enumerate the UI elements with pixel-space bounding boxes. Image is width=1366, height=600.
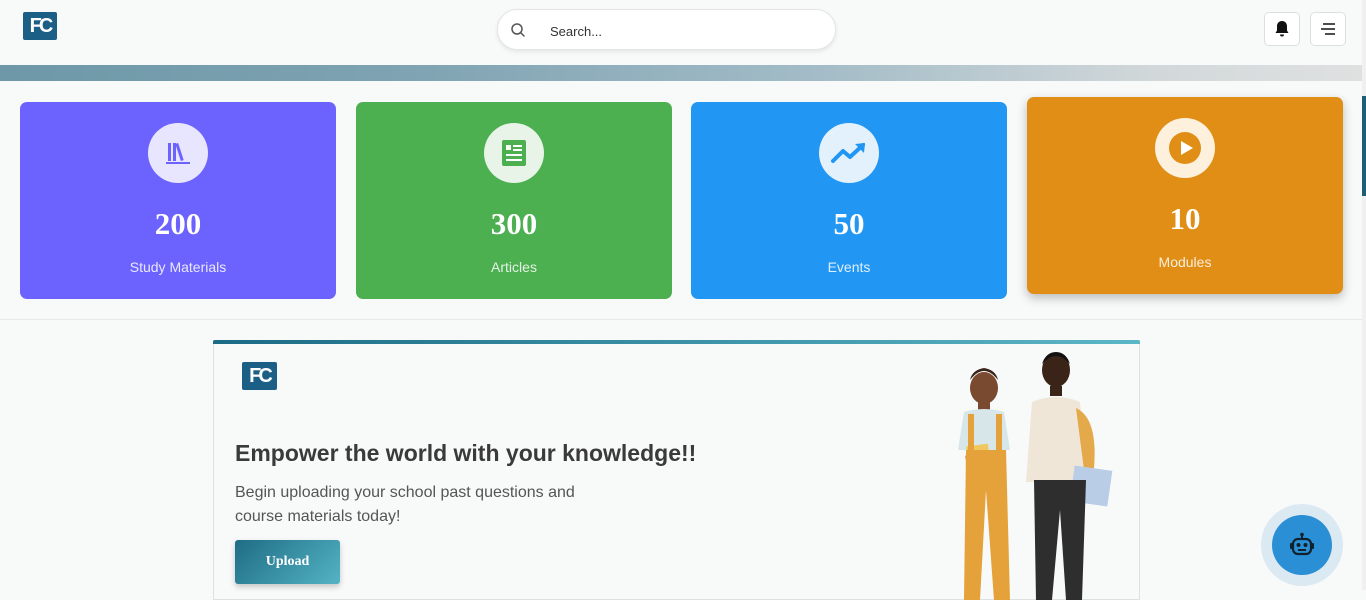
banner-logo: FC (242, 362, 277, 390)
top-navbar: FC (0, 0, 1362, 65)
stat-icon-circle (148, 123, 208, 183)
stat-label: Articles (491, 259, 537, 275)
chatbot-button-inner[interactable] (1272, 515, 1332, 575)
search-bar[interactable] (497, 9, 836, 50)
trending-up-icon (831, 143, 865, 163)
stat-value: 300 (490, 206, 538, 241)
scrollbar[interactable] (1362, 0, 1366, 590)
books-icon (166, 142, 190, 164)
robot-icon (1290, 532, 1314, 556)
bell-icon (1275, 21, 1289, 37)
stat-card-events[interactable]: 50 Events (691, 102, 1007, 299)
stat-label: Events (827, 259, 871, 275)
search-icon (511, 23, 525, 37)
banner-subtext: Begin uploading your school past questio… (235, 484, 575, 525)
students-illustration (958, 352, 1113, 600)
fc-logo[interactable]: FC (23, 12, 57, 40)
stat-icon-circle (484, 123, 544, 183)
upload-banner: FC Empower the world with your knowledge… (213, 340, 1140, 600)
banner-headline: Empower the world with your knowledge!! (235, 440, 697, 466)
menu-icon (1321, 23, 1335, 35)
stat-value: 10 (1169, 201, 1201, 236)
stat-label: Modules (1158, 254, 1212, 270)
stat-icon-circle (819, 123, 879, 183)
chatbot-button[interactable] (1261, 504, 1343, 586)
search-input[interactable] (548, 20, 822, 42)
stat-icon-circle (1155, 118, 1215, 178)
stat-card-modules[interactable]: 10 Modules (1027, 97, 1343, 294)
stat-label: Study Materials (129, 259, 227, 275)
logo-text: FC (29, 15, 54, 37)
article-icon (502, 140, 526, 166)
banner-logo-text: FC (249, 365, 273, 387)
stat-value: 50 (833, 206, 865, 241)
section-divider (0, 319, 1362, 320)
upload-button[interactable]: Upload (235, 540, 340, 584)
menu-button[interactable] (1310, 12, 1346, 46)
stat-card-study-materials[interactable]: 200 Study Materials (20, 102, 336, 299)
stat-card-articles[interactable]: 300 Articles (356, 102, 672, 299)
banner-top-bar (213, 340, 1140, 344)
stat-value: 200 (154, 206, 202, 241)
scrollbar-thumb[interactable] (1362, 96, 1366, 196)
header-gradient-band (0, 65, 1362, 81)
play-circle-icon (1169, 132, 1201, 164)
notifications-button[interactable] (1264, 12, 1300, 46)
